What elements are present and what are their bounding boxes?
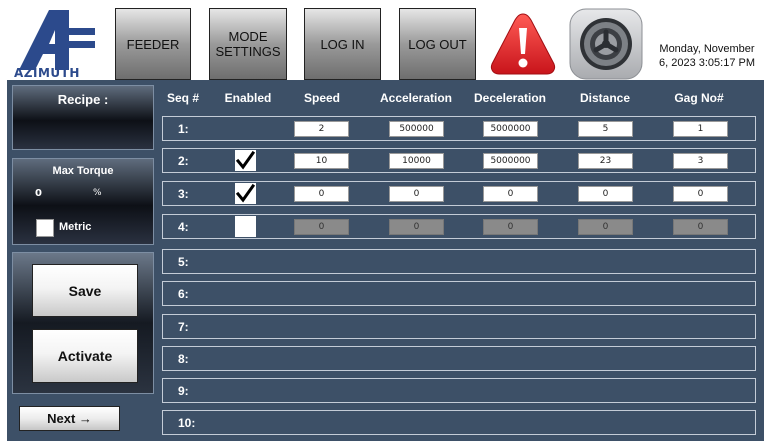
save-button-label: Save	[68, 282, 102, 299]
activate-button-label: Activate	[57, 348, 113, 364]
activate-button[interactable]: Activate	[32, 329, 138, 383]
acceleration-field[interactable]: 500000	[389, 121, 444, 137]
sequence-number: 8:	[178, 352, 189, 366]
max-torque-box: Max Torque 0 % Metric	[12, 158, 154, 245]
deceleration-field[interactable]: 0	[483, 186, 538, 202]
next-button[interactable]: Next →	[19, 406, 120, 431]
acceleration-field: 0	[389, 219, 444, 235]
gag-no-field[interactable]: 0	[673, 186, 728, 202]
sequence-row: 6:	[162, 281, 756, 306]
feeder-button[interactable]: FEEDER	[115, 8, 191, 80]
speed-field[interactable]: 0	[294, 186, 349, 202]
sequence-number: 4:	[178, 220, 189, 234]
azimuth-logo: AZIMUTH	[11, 8, 101, 80]
sequence-row: 1: 2 500000 5000000 5 1	[162, 116, 756, 141]
acceleration-field[interactable]: 0	[389, 186, 444, 202]
sequence-row: 7:	[162, 314, 756, 339]
checkmark-icon	[235, 150, 256, 170]
recipe-label: Recipe :	[57, 92, 109, 107]
mode-settings-button-label: MODE SETTINGS	[215, 29, 281, 59]
alarm-button[interactable]	[484, 8, 562, 80]
enabled-checkbox[interactable]	[235, 183, 256, 204]
warning-exclamation-icon	[490, 13, 556, 75]
checkmark-icon	[235, 183, 256, 203]
deceleration-field: 0	[483, 219, 538, 235]
deceleration-field[interactable]: 5000000	[483, 121, 538, 137]
speed-field[interactable]: 2	[294, 121, 349, 137]
header-seq: Seq #	[166, 91, 200, 105]
header-enabled: Enabled	[224, 91, 272, 105]
enabled-checkbox[interactable]	[235, 150, 256, 171]
sequence-number: 2:	[178, 154, 189, 168]
max-torque-value: 0	[35, 188, 42, 199]
recipe-panel: Recipe : Max Torque 0 % Metric Save Acti…	[7, 80, 764, 441]
deceleration-field[interactable]: 5000000	[483, 153, 538, 169]
datetime-display: Monday, November 6, 2023 3:05:17 PM	[650, 28, 764, 70]
distance-field[interactable]: 23	[578, 153, 633, 169]
sequence-number: 7:	[178, 320, 189, 334]
sequence-row: 4: 0 0 0 0 0	[162, 214, 756, 239]
gag-no-field[interactable]: 3	[673, 153, 728, 169]
save-button[interactable]: Save	[32, 264, 138, 317]
distance-field: 0	[578, 219, 633, 235]
sequence-number: 5:	[178, 255, 189, 269]
datetime-text: Monday, November 6, 2023 3:05:17 PM	[658, 43, 755, 69]
log-out-button[interactable]: LOG OUT	[399, 8, 476, 80]
speed-field[interactable]: 10	[294, 153, 349, 169]
mode-settings-button[interactable]: MODE SETTINGS	[209, 8, 287, 80]
next-button-label: Next →	[47, 411, 92, 426]
log-out-button-label: LOG OUT	[408, 36, 467, 52]
sequence-number: 1:	[178, 122, 189, 136]
header-deceleration: Deceleration	[473, 91, 547, 105]
header-acceleration: Acceleration	[379, 91, 453, 105]
sequence-number: 9:	[178, 384, 189, 398]
max-torque-unit: %	[93, 188, 102, 198]
header-speed: Speed	[303, 91, 341, 105]
sequence-row: 2: 10 10000 5000000 23 3	[162, 148, 756, 173]
action-box: Save Activate	[12, 252, 154, 394]
gag-no-field[interactable]: 1	[673, 121, 728, 137]
sequence-number: 3:	[178, 187, 189, 201]
sequence-row: 5:	[162, 249, 756, 274]
distance-field[interactable]: 0	[578, 186, 633, 202]
enabled-checkbox[interactable]	[235, 216, 256, 237]
max-torque-label: Max Torque	[52, 165, 114, 177]
sequence-number: 6:	[178, 287, 189, 301]
header-gag-no: Gag No#	[674, 91, 724, 105]
log-in-button[interactable]: LOG IN	[304, 8, 381, 80]
sequence-number: 10:	[178, 416, 196, 430]
sequence-row: 8:	[162, 346, 756, 371]
sequence-row: 3: 0 0 0 0 0	[162, 181, 756, 206]
gear-icon	[569, 8, 643, 80]
metric-checkbox[interactable]	[36, 219, 54, 237]
feeder-button-label: FEEDER	[126, 36, 180, 52]
settings-button[interactable]	[567, 8, 645, 80]
distance-field[interactable]: 5	[578, 121, 633, 137]
sequence-row: 9:	[162, 378, 756, 403]
brand-name: AZIMUTH	[14, 66, 80, 80]
metric-label: Metric	[59, 221, 92, 233]
recipe-box[interactable]: Recipe :	[12, 85, 154, 150]
gag-no-field: 0	[673, 219, 728, 235]
sequence-row: 10:	[162, 410, 756, 435]
acceleration-field[interactable]: 10000	[389, 153, 444, 169]
header-distance: Distance	[579, 91, 631, 105]
speed-field: 0	[294, 219, 349, 235]
log-in-button-label: LOG IN	[320, 36, 365, 52]
